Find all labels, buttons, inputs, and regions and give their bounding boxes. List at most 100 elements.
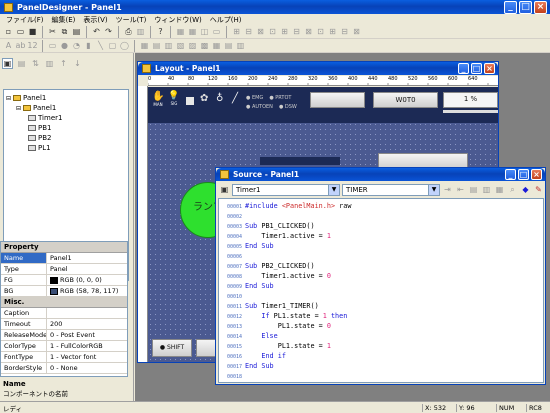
shift-button[interactable]: ● SHIFT <box>152 339 192 357</box>
print-icon[interactable]: ⎙ <box>123 26 134 37</box>
bar-tool-icon[interactable]: ▮ <box>83 40 94 51</box>
hmi-w0t0-button[interactable]: W0T0 <box>373 92 438 108</box>
stop-icon[interactable] <box>186 97 194 105</box>
layout-minimize-button[interactable]: _ <box>458 63 469 74</box>
lamp-tool-icon[interactable]: ● <box>59 40 70 51</box>
indent-icon[interactable]: ⇥ <box>442 184 453 195</box>
help-icon[interactable]: ? <box>155 26 166 37</box>
component-icon[interactable]: ▨ <box>187 40 198 51</box>
property-row-bg[interactable]: BG RGB (58, 78, 117) <box>1 286 127 297</box>
uncomment-icon[interactable]: ▥ <box>481 184 492 195</box>
component-icon[interactable]: ▤ <box>151 40 162 51</box>
menu-file[interactable]: ファイル(F) <box>2 15 48 25</box>
move-down-icon[interactable]: ↓ <box>72 58 83 69</box>
preview-icon[interactable]: ▥ <box>135 26 146 37</box>
code-editor[interactable]: 00001 #include <PanelMain.h> raw 00002 00… <box>218 198 544 383</box>
align-icon[interactable]: ⊟ <box>291 26 302 37</box>
component-icon[interactable]: ▥ <box>235 40 246 51</box>
property-row-colortype[interactable]: ColorType 1 - FullColorRGB <box>1 341 127 352</box>
move-up-icon[interactable]: ↑ <box>58 58 69 69</box>
align-icon[interactable]: ⊞ <box>327 26 338 37</box>
camera-icon[interactable]: ▣ <box>219 184 230 195</box>
props-icon[interactable]: ▥ <box>44 58 55 69</box>
layout-maximize-button[interactable]: □ <box>471 63 482 74</box>
align-icon[interactable]: ⊟ <box>243 26 254 37</box>
find-icon[interactable]: ⌕ <box>507 184 518 195</box>
event-combo[interactable]: TIMER ▼ <box>342 183 440 196</box>
align-icon[interactable]: ⊞ <box>231 26 242 37</box>
hmi-blank-button[interactable] <box>310 92 365 108</box>
hmi-block[interactable] <box>260 157 340 165</box>
align-icon[interactable]: ⊡ <box>315 26 326 37</box>
undo-icon[interactable]: ↶ <box>91 26 102 37</box>
component-icon[interactable]: ▤ <box>223 40 234 51</box>
paste-icon[interactable]: ▤ <box>71 26 82 37</box>
meter-tool-icon[interactable]: ◔ <box>71 40 82 51</box>
hand-tool[interactable]: ✋ MAN <box>152 91 164 107</box>
align-icon[interactable]: ⊡ <box>267 26 278 37</box>
outdent-icon[interactable]: ⇤ <box>455 184 466 195</box>
cut-icon[interactable]: ✂ <box>47 26 58 37</box>
list-icon[interactable]: ▤ <box>16 58 27 69</box>
new-file-icon[interactable]: ▫ <box>3 26 14 37</box>
text-tool-icon[interactable]: A <box>3 40 14 51</box>
maximize-button[interactable]: □ <box>519 0 532 14</box>
source-close-button[interactable]: × <box>531 169 542 180</box>
property-row-fonttype[interactable]: FontType 1 - Vector font <box>1 352 127 363</box>
component-icon[interactable]: ▧ <box>175 40 186 51</box>
bulb-tool[interactable]: 💡 SIG <box>168 91 180 106</box>
property-row-type[interactable]: Type Panel <box>1 264 127 275</box>
tool-icon[interactable]: ▭ <box>211 26 222 37</box>
bookmark-icon[interactable]: ▦ <box>494 184 505 195</box>
rect-tool-icon[interactable]: ▢ <box>107 40 118 51</box>
align-icon[interactable]: ⊠ <box>303 26 314 37</box>
save-icon[interactable]: ■ <box>27 26 38 37</box>
align-icon[interactable]: ⊠ <box>351 26 362 37</box>
minimize-button[interactable]: _ <box>504 0 517 14</box>
tree-item-timer1[interactable]: Timer1 <box>6 113 126 123</box>
tree-item-pb2[interactable]: PB2 <box>6 133 126 143</box>
pen-icon[interactable]: ╱ <box>232 93 238 104</box>
compile-icon[interactable]: ◆ <box>520 184 531 195</box>
align-icon[interactable]: ⊟ <box>339 26 350 37</box>
component-icon[interactable]: ▥ <box>163 40 174 51</box>
copy-icon[interactable]: ⧉ <box>59 26 70 37</box>
layout-close-button[interactable]: × <box>484 63 495 74</box>
property-row-name[interactable]: Name Panel1 <box>1 253 127 264</box>
comment-icon[interactable]: ▤ <box>468 184 479 195</box>
run-icon[interactable]: ✎ <box>533 184 544 195</box>
menu-edit[interactable]: 編集(E) <box>48 15 80 25</box>
lamp-icon[interactable]: ♁ <box>216 93 223 104</box>
menu-help[interactable]: ヘルプ(H) <box>206 15 246 25</box>
source-maximize-button[interactable]: □ <box>518 169 529 180</box>
component-icon[interactable]: ▦ <box>139 40 150 51</box>
menu-tools[interactable]: ツール(T) <box>112 15 151 25</box>
redo-icon[interactable]: ↷ <box>103 26 114 37</box>
tool-icon[interactable]: ▦ <box>175 26 186 37</box>
align-icon[interactable]: ⊠ <box>255 26 266 37</box>
label-tool-icon[interactable]: ab <box>15 40 26 51</box>
tool-icon[interactable]: ◫ <box>199 26 210 37</box>
open-folder-icon[interactable]: ▭ <box>15 26 26 37</box>
property-row-borderstyle[interactable]: BorderStyle 0 - None <box>1 363 127 374</box>
menu-window[interactable]: ウィンドウ(W) <box>150 15 205 25</box>
tool-icon[interactable]: ▦ <box>187 26 198 37</box>
property-row-timeout[interactable]: Timeout 200 <box>1 319 127 330</box>
source-minimize-button[interactable]: _ <box>505 169 516 180</box>
tree-item-pb1[interactable]: PB1 <box>6 123 126 133</box>
button-tool-icon[interactable]: ▭ <box>47 40 58 51</box>
tree-panel[interactable]: ⊟ Panel1 <box>6 103 126 113</box>
tree-item-pl1[interactable]: PL1 <box>6 143 126 153</box>
property-row-caption[interactable]: Caption <box>1 308 127 319</box>
line-tool-icon[interactable]: ╲ <box>95 40 106 51</box>
view-icon[interactable]: ▣ <box>2 57 13 69</box>
gear-icon[interactable]: ✿ <box>200 93 208 104</box>
tree-root[interactable]: ⊟ Panel1 <box>6 93 126 103</box>
sort-icon[interactable]: ⇅ <box>30 58 41 69</box>
menu-view[interactable]: 表示(V) <box>79 15 111 25</box>
property-row-fg[interactable]: FG RGB (0, 0, 0) <box>1 275 127 286</box>
ellipse-tool-icon[interactable]: ◯ <box>119 40 130 51</box>
component-icon[interactable]: ▩ <box>199 40 210 51</box>
object-combo[interactable]: Timer1 ▼ <box>232 183 340 196</box>
component-icon[interactable]: ▦ <box>211 40 222 51</box>
